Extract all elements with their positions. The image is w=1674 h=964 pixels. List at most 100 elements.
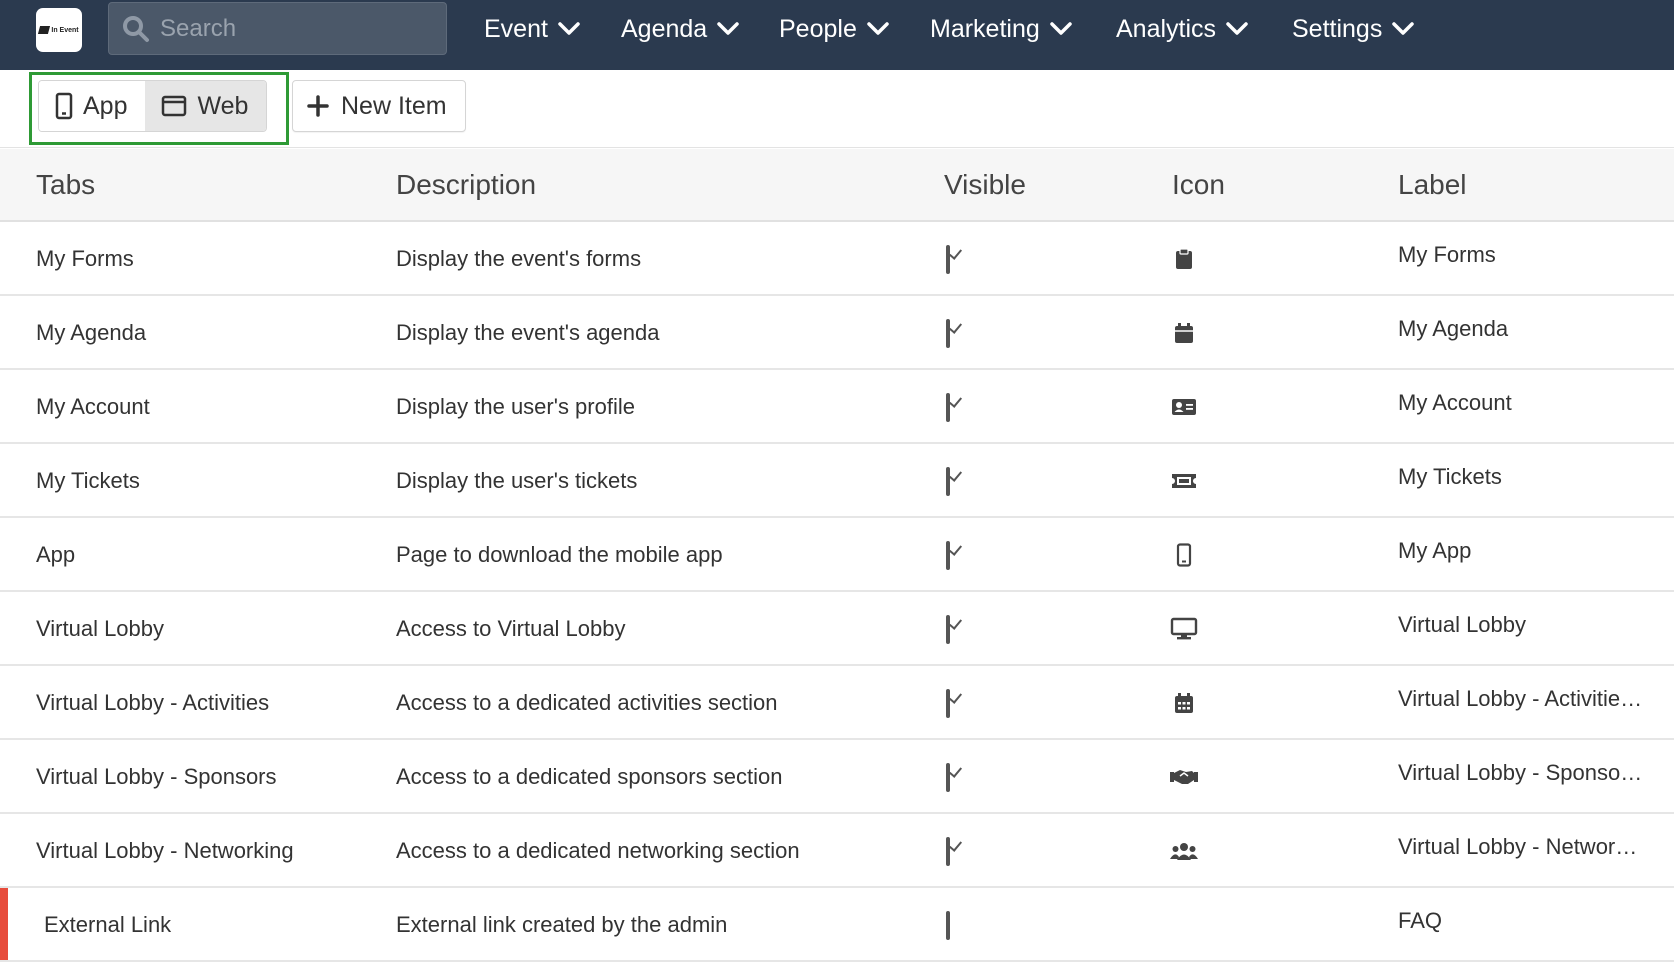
nav-agenda-menu[interactable]: Agenda	[621, 0, 739, 58]
table-row[interactable]: External Link External link created by t…	[0, 888, 1674, 962]
search-box[interactable]	[108, 2, 447, 55]
cell-description: Display the user's tickets	[396, 468, 638, 493]
visible-checkbox[interactable]	[946, 467, 970, 496]
cell-label: My App	[1398, 538, 1472, 563]
handshake-icon	[1170, 764, 1198, 790]
cell-label: My Forms	[1398, 242, 1496, 267]
browser-window-icon	[162, 95, 187, 117]
chevron-down-icon	[1392, 22, 1415, 35]
cell-label: Virtual Lobby - Networking...	[1398, 834, 1648, 859]
cell-tab: Virtual Lobby	[36, 616, 165, 641]
header-visible[interactable]: Visible	[944, 169, 1026, 201]
platform-toggle-group: App Web	[38, 80, 268, 132]
nav-people-menu[interactable]: People	[779, 0, 889, 58]
nav-event-label: Event	[484, 14, 548, 43]
tabs-table: Tabs Description Visible Icon Label My F…	[0, 149, 1674, 962]
cell-label: Virtual Lobby	[1398, 612, 1527, 637]
visible-checkbox[interactable]	[946, 763, 970, 792]
nav-marketing-label: Marketing	[930, 14, 1040, 43]
id-card-icon	[1170, 394, 1198, 420]
cell-description: Access to a dedicated activities section	[396, 690, 778, 715]
table-row[interactable]: My Forms Display the event's forms My Fo…	[0, 222, 1674, 296]
logo-text: In Event	[51, 26, 79, 34]
cell-tab: My Agenda	[36, 320, 147, 345]
mobile-icon	[55, 92, 73, 120]
top-navigation-bar: In Event Event Agenda People Marketing A…	[0, 0, 1674, 70]
nav-marketing-menu[interactable]: Marketing	[930, 0, 1072, 58]
logo-mark-icon	[38, 26, 51, 34]
table-row[interactable]: Virtual Lobby - Sponsors Access to a ded…	[0, 740, 1674, 814]
table-row[interactable]: My Tickets Display the user's tickets My…	[0, 444, 1674, 518]
cell-description: Access to Virtual Lobby	[396, 616, 626, 641]
cell-label: FAQ	[1398, 908, 1443, 933]
web-toggle-label: Web	[197, 91, 249, 120]
header-icon[interactable]: Icon	[1172, 169, 1225, 201]
nav-settings-menu[interactable]: Settings	[1292, 0, 1415, 58]
visible-checkbox[interactable]	[946, 689, 970, 718]
calendar-grid-icon	[1170, 690, 1198, 716]
visible-checkbox[interactable]	[946, 837, 970, 866]
table-row[interactable]: App Page to download the mobile app My A…	[0, 518, 1674, 592]
nav-analytics-menu[interactable]: Analytics	[1116, 0, 1248, 58]
table-row[interactable]: Virtual Lobby - Activities Access to a d…	[0, 666, 1674, 740]
cell-label: Virtual Lobby - Activities...	[1398, 686, 1648, 711]
nav-people-label: People	[779, 14, 857, 43]
chevron-down-icon	[558, 22, 580, 35]
chevron-down-icon	[867, 22, 889, 35]
cell-label: My Account	[1398, 390, 1512, 415]
mobile-icon	[1170, 542, 1198, 568]
cell-tab: App	[36, 542, 76, 567]
table-header: Tabs Description Visible Icon Label	[0, 149, 1674, 222]
clipboard-icon	[1170, 246, 1198, 272]
cell-tab: My Forms	[36, 246, 134, 271]
cell-tab: Virtual Lobby - Sponsors	[36, 764, 277, 789]
search-input[interactable]	[160, 14, 420, 43]
cell-tab: External Link	[44, 912, 172, 937]
desktop-icon	[1170, 616, 1198, 642]
search-icon	[123, 15, 149, 42]
header-tabs[interactable]: Tabs	[36, 169, 95, 201]
visible-checkbox[interactable]	[946, 245, 970, 274]
cell-tab: My Tickets	[36, 468, 140, 493]
app-logo[interactable]: In Event	[36, 8, 82, 52]
app-toggle-button[interactable]: App	[39, 81, 146, 131]
cell-description: Display the user's profile	[396, 394, 635, 419]
table-row[interactable]: My Agenda Display the event's agenda My …	[0, 296, 1674, 370]
header-label[interactable]: Label	[1398, 169, 1467, 201]
new-item-label: New Item	[341, 91, 447, 120]
visible-checkbox[interactable]	[946, 615, 970, 644]
cell-tab: Virtual Lobby - Activities	[36, 690, 270, 715]
table-row[interactable]: Virtual Lobby Access to Virtual Lobby Vi…	[0, 592, 1674, 666]
cell-label: My Agenda	[1398, 316, 1509, 341]
nav-settings-label: Settings	[1292, 14, 1383, 43]
cell-label: Virtual Lobby - Sponsors...	[1398, 760, 1648, 785]
nav-event-menu[interactable]: Event	[484, 0, 580, 58]
cell-description: Access to a dedicated networking section	[396, 838, 800, 863]
visible-checkbox[interactable]	[946, 319, 970, 348]
cell-description: Display the event's agenda	[396, 320, 660, 345]
cell-tab: My Account	[36, 394, 150, 419]
app-toggle-label: App	[83, 91, 128, 120]
visible-checkbox[interactable]	[946, 393, 970, 422]
cell-label: My Tickets	[1398, 464, 1502, 489]
toolbar: App Web New Item	[0, 70, 1674, 148]
header-description[interactable]: Description	[396, 169, 536, 201]
chevron-down-icon	[717, 22, 739, 35]
web-toggle-button[interactable]: Web	[145, 81, 267, 131]
table-row[interactable]: Virtual Lobby - Networking Access to a d…	[0, 814, 1674, 888]
empty-icon-cell	[1170, 912, 1198, 938]
cell-description: External link created by the admin	[396, 912, 728, 937]
visible-checkbox[interactable]	[946, 541, 970, 570]
ticket-icon	[1170, 468, 1198, 494]
chevron-down-icon	[1050, 22, 1072, 35]
table-row[interactable]: My Account Display the user's profile My…	[0, 370, 1674, 444]
visible-checkbox[interactable]	[946, 911, 970, 940]
new-item-button[interactable]: New Item	[292, 80, 466, 132]
cell-description: Page to download the mobile app	[396, 542, 723, 567]
plus-icon	[307, 95, 329, 117]
users-icon	[1170, 838, 1198, 864]
chevron-down-icon	[1226, 22, 1248, 35]
cell-description: Access to a dedicated sponsors section	[396, 764, 783, 789]
cell-tab: Virtual Lobby - Networking	[36, 838, 294, 863]
cell-description: Display the event's forms	[396, 246, 642, 271]
